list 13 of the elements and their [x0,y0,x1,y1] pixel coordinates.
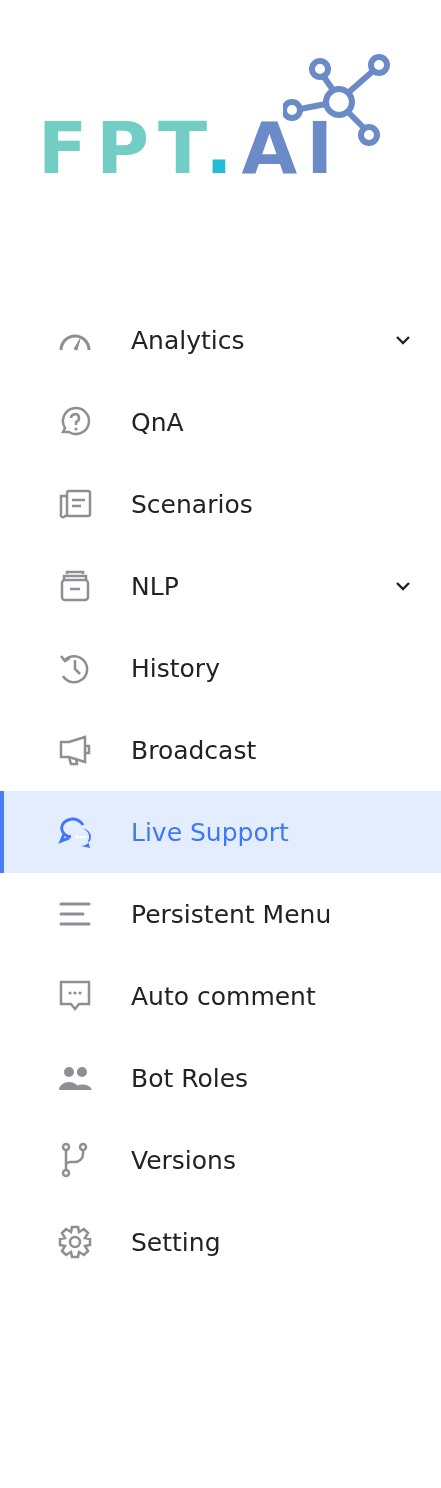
menu-item[interactable]: QnA [0,381,441,463]
menu-item[interactable]: NLP [0,545,441,627]
menu-item[interactable]: Persistent Menu [0,873,441,955]
menu-item[interactable]: Bot Roles [0,1037,441,1119]
menu-item[interactable]: Scenarios [0,463,441,545]
menu-item[interactable]: History [0,627,441,709]
settings-icon [57,1224,93,1260]
menu-item[interactable]: Setting [0,1201,441,1283]
logo-wordmark: FPT.AI [38,112,342,184]
menu-item[interactable]: Analytics [0,299,441,381]
menu-item[interactable]: Auto comment [0,955,441,1037]
menu-item[interactable]: Versions [0,1119,441,1201]
menu-item[interactable]: Broadcast [0,709,441,791]
